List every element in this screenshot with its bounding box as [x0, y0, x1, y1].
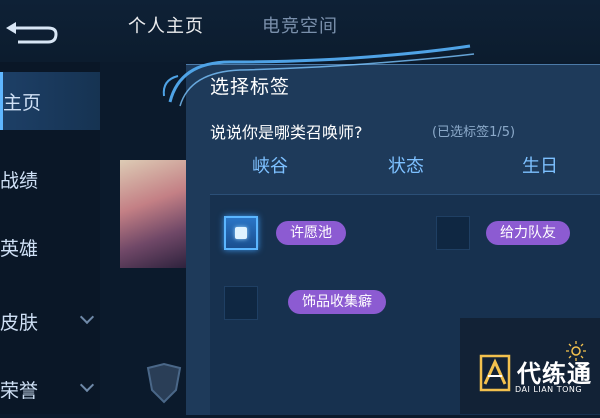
dialog-question: 说说你是哪类召唤师? — [210, 123, 363, 142]
tab-birthday[interactable]: 生日 — [522, 152, 558, 178]
check-mark-icon — [235, 227, 247, 239]
sun-icon — [566, 341, 586, 361]
tag-label-wishing-pool[interactable]: 许愿池 — [276, 221, 346, 245]
top-tabs: 个人主页 电竞空间 — [128, 12, 338, 38]
dialog-title: 选择标签 — [210, 76, 291, 98]
sidebar-item-label: 英雄 — [0, 237, 39, 260]
tab-esports[interactable]: 电竞空间 — [262, 12, 338, 38]
sidebar-item-label: 战绩 — [0, 169, 39, 192]
sidebar-item-label: 荣誉 — [0, 379, 39, 402]
tag-label-collector[interactable]: 饰品收集癖 — [288, 290, 386, 314]
daiiliantong-logo-icon — [479, 354, 511, 392]
sidebar-item-heroes[interactable]: 英雄 — [0, 218, 100, 276]
chevron-down-icon — [79, 309, 95, 325]
sidebar-item-home[interactable]: 主页 — [0, 72, 100, 130]
tab-profile[interactable]: 个人主页 — [128, 12, 204, 38]
back-arrow-icon — [6, 22, 58, 44]
tab-status[interactable]: 状态 — [388, 152, 424, 178]
sidebar-item-label: 皮肤 — [0, 311, 39, 334]
tag-label-great-teammate[interactable]: 给力队友 — [486, 221, 570, 245]
hero-card-image — [120, 160, 186, 268]
sidebar-item-skins[interactable]: 皮肤 — [0, 292, 100, 350]
tab-canyon[interactable]: 峡谷 — [252, 152, 288, 178]
shield-icon — [146, 362, 182, 404]
tag-checkbox-wishing-pool[interactable] — [224, 216, 258, 250]
tag-checkbox-great-teammate[interactable] — [436, 216, 470, 250]
back-button[interactable] — [4, 20, 58, 46]
watermark-subtext: DAI LIAN TONG — [515, 385, 583, 394]
sidebar-item-honor[interactable]: 荣誉 — [0, 360, 100, 418]
sidebar-item-label: 主页 — [3, 91, 42, 114]
selected-count: (已选标签1/5) — [432, 125, 516, 140]
watermark-logo: 代练通 DAI LIAN TONG — [475, 341, 600, 410]
tag-checkbox-collector[interactable] — [224, 286, 258, 320]
chevron-down-icon — [79, 377, 95, 393]
sidebar-item-record[interactable]: 战绩 — [0, 150, 100, 208]
